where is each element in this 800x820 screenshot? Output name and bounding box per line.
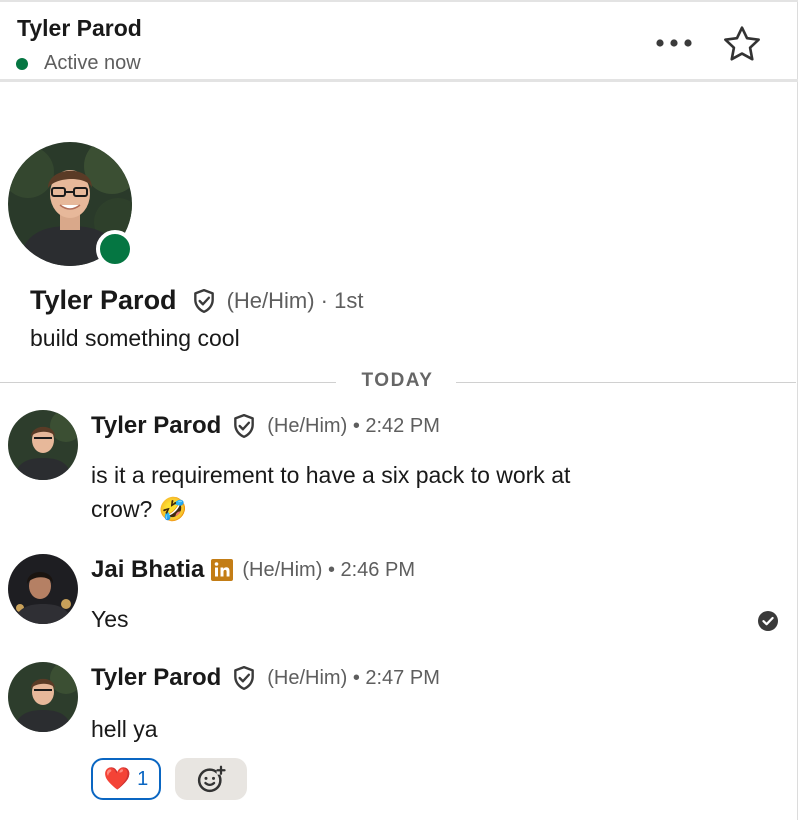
- header-contact-name[interactable]: Tyler Parod: [17, 15, 142, 42]
- conversation-header: Tyler Parod Active now: [0, 0, 798, 82]
- message-line: is it a requirement to have a six pack t…: [91, 462, 571, 488]
- online-status-badge: [96, 230, 134, 268]
- presence-status: Active now: [16, 52, 141, 75]
- reaction-count: 1: [137, 767, 149, 790]
- profile-pronouns-connection: (He/Him) · 1st: [226, 287, 364, 313]
- add-emoji-reaction-icon: [197, 765, 226, 793]
- message-body: is it a requirement to have a six pack t…: [91, 458, 651, 526]
- sender-avatar[interactable]: [8, 554, 78, 624]
- sender-avatar[interactable]: [8, 662, 78, 732]
- more-horizontal-icon: [656, 39, 692, 47]
- date-divider-label: TODAY: [341, 370, 454, 391]
- message-meta: (He/Him) • 2:46 PM: [242, 558, 415, 581]
- message-header: Tyler Parod (He/Him) • 2:47 PM: [91, 664, 440, 692]
- heart-reaction-button[interactable]: ❤️ 1: [91, 758, 161, 800]
- message-header: Tyler Parod (He/Him) • 2:42 PM: [91, 412, 440, 440]
- sender-avatar[interactable]: [8, 410, 78, 480]
- reaction-bar: ❤️ 1: [91, 758, 247, 800]
- read-receipt-check-icon: [758, 611, 778, 631]
- verified-shield-icon: [191, 288, 217, 314]
- more-options-button[interactable]: [652, 28, 696, 58]
- verified-shield-icon: [231, 665, 257, 691]
- profile-name-row: Tyler Parod (He/Him) · 1st: [30, 285, 363, 316]
- profile-name[interactable]: Tyler Parod: [30, 285, 177, 316]
- conversation-pane: [0, 0, 798, 820]
- online-dot-icon: [16, 57, 28, 70]
- message-meta: (He/Him) • 2:47 PM: [267, 666, 440, 689]
- linkedin-premium-icon: [210, 558, 234, 582]
- star-outline-icon: [724, 26, 760, 61]
- star-conversation-button[interactable]: [720, 22, 764, 66]
- heart-emoji-icon: ❤️: [103, 766, 132, 791]
- message-body: hell ya: [91, 712, 651, 746]
- message-line: hell ya: [91, 716, 158, 742]
- profile-headline: build something cool: [30, 325, 240, 351]
- sender-name[interactable]: Tyler Parod: [91, 664, 221, 692]
- message-body: Yes: [91, 602, 651, 636]
- sender-name[interactable]: Jai Bhatia: [91, 556, 204, 584]
- add-reaction-button[interactable]: [175, 758, 247, 800]
- message-line: crow? 🤣: [91, 496, 188, 522]
- sender-name[interactable]: Tyler Parod: [91, 412, 221, 440]
- message-meta: (He/Him) • 2:42 PM: [267, 414, 440, 437]
- date-divider: TODAY: [0, 370, 798, 396]
- message-header: Jai Bhatia (He/Him) • 2:46 PM: [91, 556, 415, 584]
- verified-shield-icon: [231, 413, 257, 439]
- message-line: Yes: [91, 606, 129, 632]
- presence-text: Active now: [44, 52, 141, 74]
